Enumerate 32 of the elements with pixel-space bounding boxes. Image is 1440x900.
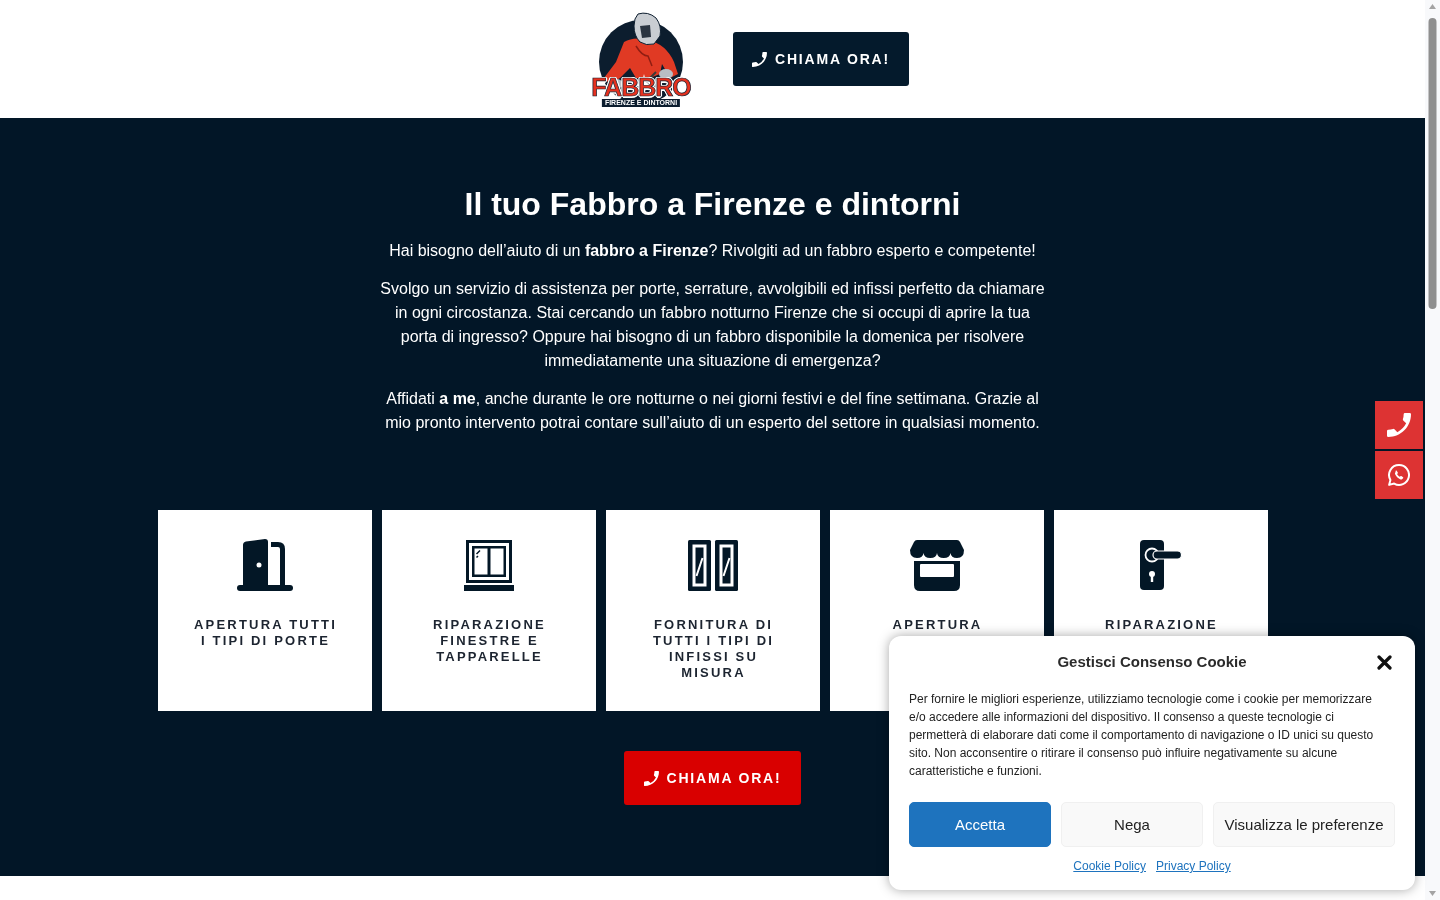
storefront-icon xyxy=(909,539,964,591)
double-window-icon xyxy=(687,539,738,591)
phone-icon xyxy=(1387,413,1411,437)
close-icon xyxy=(1377,655,1392,670)
hero-paragraph: Svolgo un servizio di assistenza per porte, serrature, avvolgibili ed infissi perfetto da chiamare in ogni circostanza. Stai cercando un fabbro notturno Firenze che si occupi di aprire la tua porta di ingresso? Oppure hai bisogno di un fabbro disponibile la domenica per risolvere immediatamente una situazione di emergenza? xyxy=(379,279,1046,371)
cookie-notice-text: Per fornire le migliori esperienze, utilizziamo tecnologie come i cookie per memorizzare e/o accedere alle informazioni del dispositivo. Il consenso a queste tecnologie ci permetterà di elaborare dati come il comportamento di navigazione o ID unici su questo sito. Non acconsentire o ritirare il consenso può influire negativamente su alcune caratteristiche e funzioni. xyxy=(909,691,1375,780)
accept-button[interactable]: Accetta xyxy=(909,802,1051,847)
dialog-title: Gestisci Consenso Cookie xyxy=(1057,652,1247,672)
service-label: APERTURA xyxy=(891,617,983,633)
policy-link[interactable]: Cookie Policy xyxy=(1073,858,1146,874)
policy-link[interactable]: Privacy Policy xyxy=(1156,858,1231,874)
service-label: RIPARAZIONE FINESTRE E TAPPARELLE xyxy=(432,617,547,665)
hero-paragraph: Affidati a me, anche durante le ore notturne o nei giorni festivi e del fine settimana. Grazie al mio pronto intervento potrai contare sull’aiuto di un esperto del settore in qualsiasi momento. xyxy=(384,389,1041,433)
service-label: RIPARAZIONE xyxy=(1104,617,1218,633)
scrollbar[interactable] xyxy=(1425,0,1440,900)
hero-paragraph: Hai bisogno dell’aiuto di un fabbro a Firenze? Rivolgiti ad un fabbro esperto e competente! xyxy=(389,241,1036,261)
service-label: APERTURA TUTTI I TIPI DI PORTE xyxy=(193,617,338,649)
preferences-button[interactable]: Visualizza le preferenze xyxy=(1213,802,1395,847)
call-now-button[interactable]: CHIAMA ORA! xyxy=(624,751,801,805)
window-icon xyxy=(463,539,514,591)
close-button[interactable] xyxy=(1376,654,1393,671)
chat-button[interactable] xyxy=(1375,451,1423,499)
phone-icon xyxy=(643,770,659,786)
service-label: FORNITURA DI TUTTI I TIPI DI INFISSI SU MISURA xyxy=(651,617,776,681)
call-button[interactable] xyxy=(1375,401,1423,449)
hero-title: Il tuo Fabbro a Firenze e dintorni xyxy=(464,185,961,223)
call-now-button[interactable]: CHIAMA ORA! xyxy=(733,32,909,86)
open-door-icon xyxy=(236,539,293,591)
door-handle-icon xyxy=(1139,540,1182,590)
phone-icon xyxy=(752,51,768,67)
speech-bubble-phone-icon xyxy=(1388,464,1410,486)
deny-button[interactable]: Nega xyxy=(1061,802,1203,847)
